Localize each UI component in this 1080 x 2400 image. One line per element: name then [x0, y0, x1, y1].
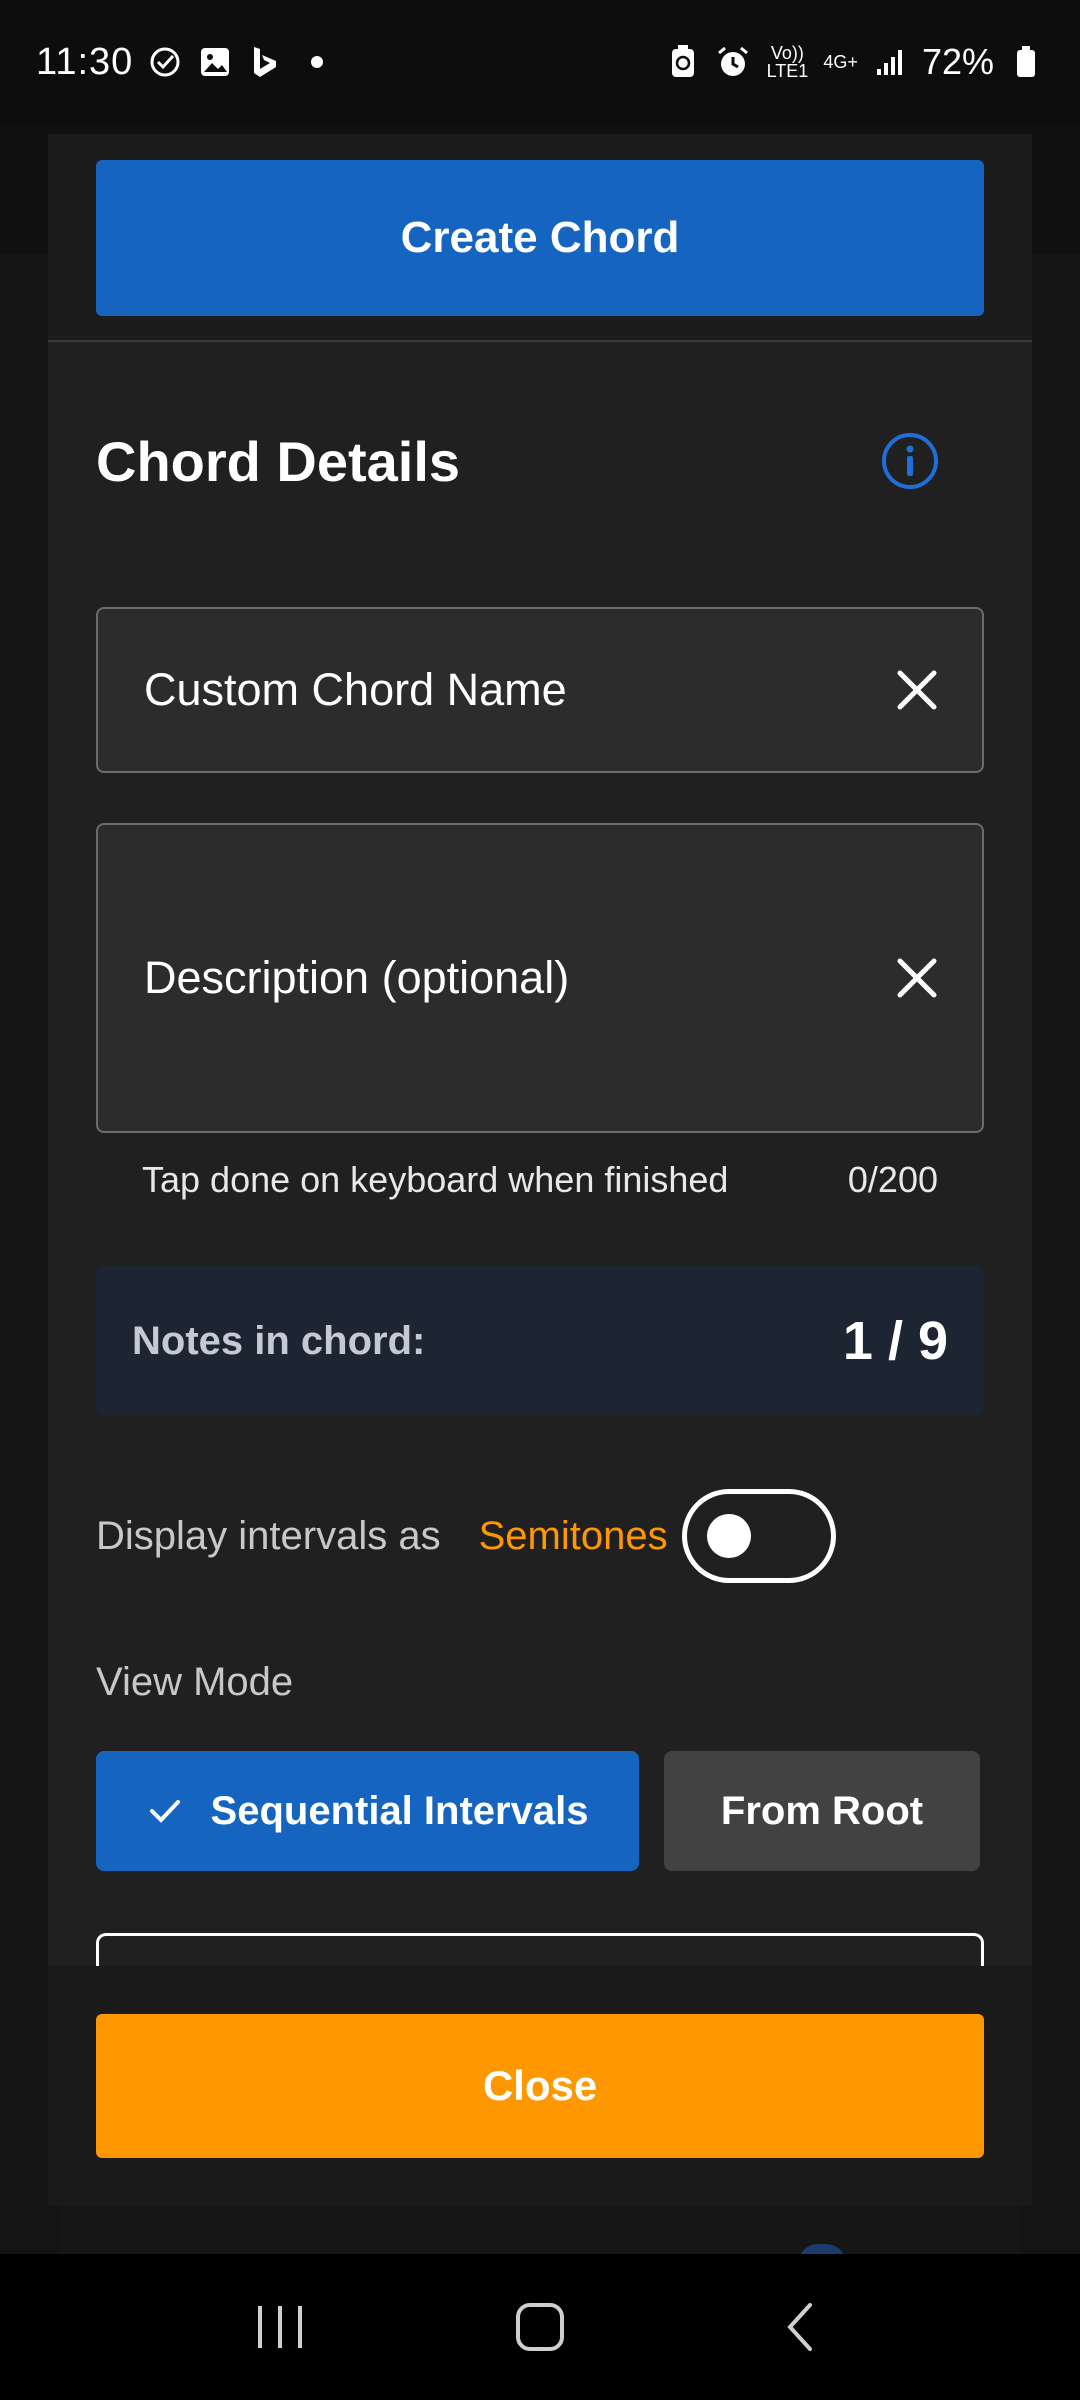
helper-text: Tap done on keyboard when finished [142, 1159, 729, 1200]
underlying-screen-strip [60, 2206, 1020, 2254]
chord-name-field[interactable]: Custom Chord Name [96, 607, 984, 773]
notification-dot-icon [311, 56, 324, 68]
notes-count: 1 / 9 [842, 1311, 948, 1371]
status-time: 11:30 [36, 40, 134, 83]
network-type-indicator: 4G+ [823, 52, 858, 72]
check-icon [147, 1793, 183, 1829]
sequential-intervals-button[interactable]: Sequential Intervals [96, 1751, 639, 1871]
recent-apps-icon[interactable] [240, 2287, 320, 2367]
display-intervals-value: Semitones [478, 1513, 668, 1558]
from-root-button[interactable]: From Root [664, 1751, 980, 1871]
status-left: 11:30 [36, 40, 324, 84]
clear-description-icon[interactable] [892, 953, 942, 1003]
signal-icon [872, 44, 908, 80]
home-icon[interactable] [500, 2287, 580, 2367]
battery-icon [1008, 44, 1044, 80]
back-icon[interactable] [760, 2287, 840, 2367]
status-right: Vo)) LTE1 4G+ 72% [665, 41, 1044, 83]
notes-label: Notes in chord: [132, 1318, 426, 1363]
info-icon[interactable] [880, 431, 940, 491]
status-bar: 11:30 Vo)) LTE1 4G+ 72% [0, 0, 1080, 124]
gallery-icon [197, 44, 233, 80]
char-count: 0/200 [847, 1159, 938, 1200]
display-intervals-row: Display intervals as Semitones [96, 1486, 984, 1586]
dialog-footer: Close [48, 1966, 1032, 2206]
close-button[interactable]: Close [96, 2014, 984, 2158]
check-circle-icon [147, 44, 183, 80]
toggle-knob [706, 1514, 751, 1558]
display-intervals-label: Display intervals as [96, 1513, 441, 1558]
create-chord-button[interactable]: Create Chord [96, 160, 984, 316]
battery-saver-icon [665, 44, 701, 80]
notes-in-chord-card: Notes in chord: 1 / 9 [96, 1266, 984, 1416]
description-field[interactable]: Description (optional) [96, 823, 984, 1133]
alarm-icon [715, 44, 751, 80]
navigation-bar [0, 2254, 1080, 2400]
intervals-toggle[interactable] [681, 1489, 836, 1583]
battery-percent: 72% [921, 41, 994, 82]
bing-icon [247, 44, 283, 80]
from-root-label: From Root [720, 1788, 924, 1833]
volte-indicator: Vo)) LTE1 [766, 43, 809, 81]
dialog-header: Create Chord [48, 134, 1032, 342]
clear-name-icon[interactable] [892, 665, 942, 715]
view-mode-label: View Mode [96, 1660, 294, 1704]
section-title: Chord Details [96, 430, 461, 493]
sequential-intervals-label: Sequential Intervals [210, 1788, 589, 1833]
description-placeholder: Description (optional) [144, 952, 570, 1003]
description-helper-row: Tap done on keyboard when finished 0/200 [96, 1152, 984, 1208]
chord-dialog: Create Chord Chord Details Custom Chord … [48, 134, 1032, 2206]
chord-name-placeholder: Custom Chord Name [144, 664, 567, 715]
